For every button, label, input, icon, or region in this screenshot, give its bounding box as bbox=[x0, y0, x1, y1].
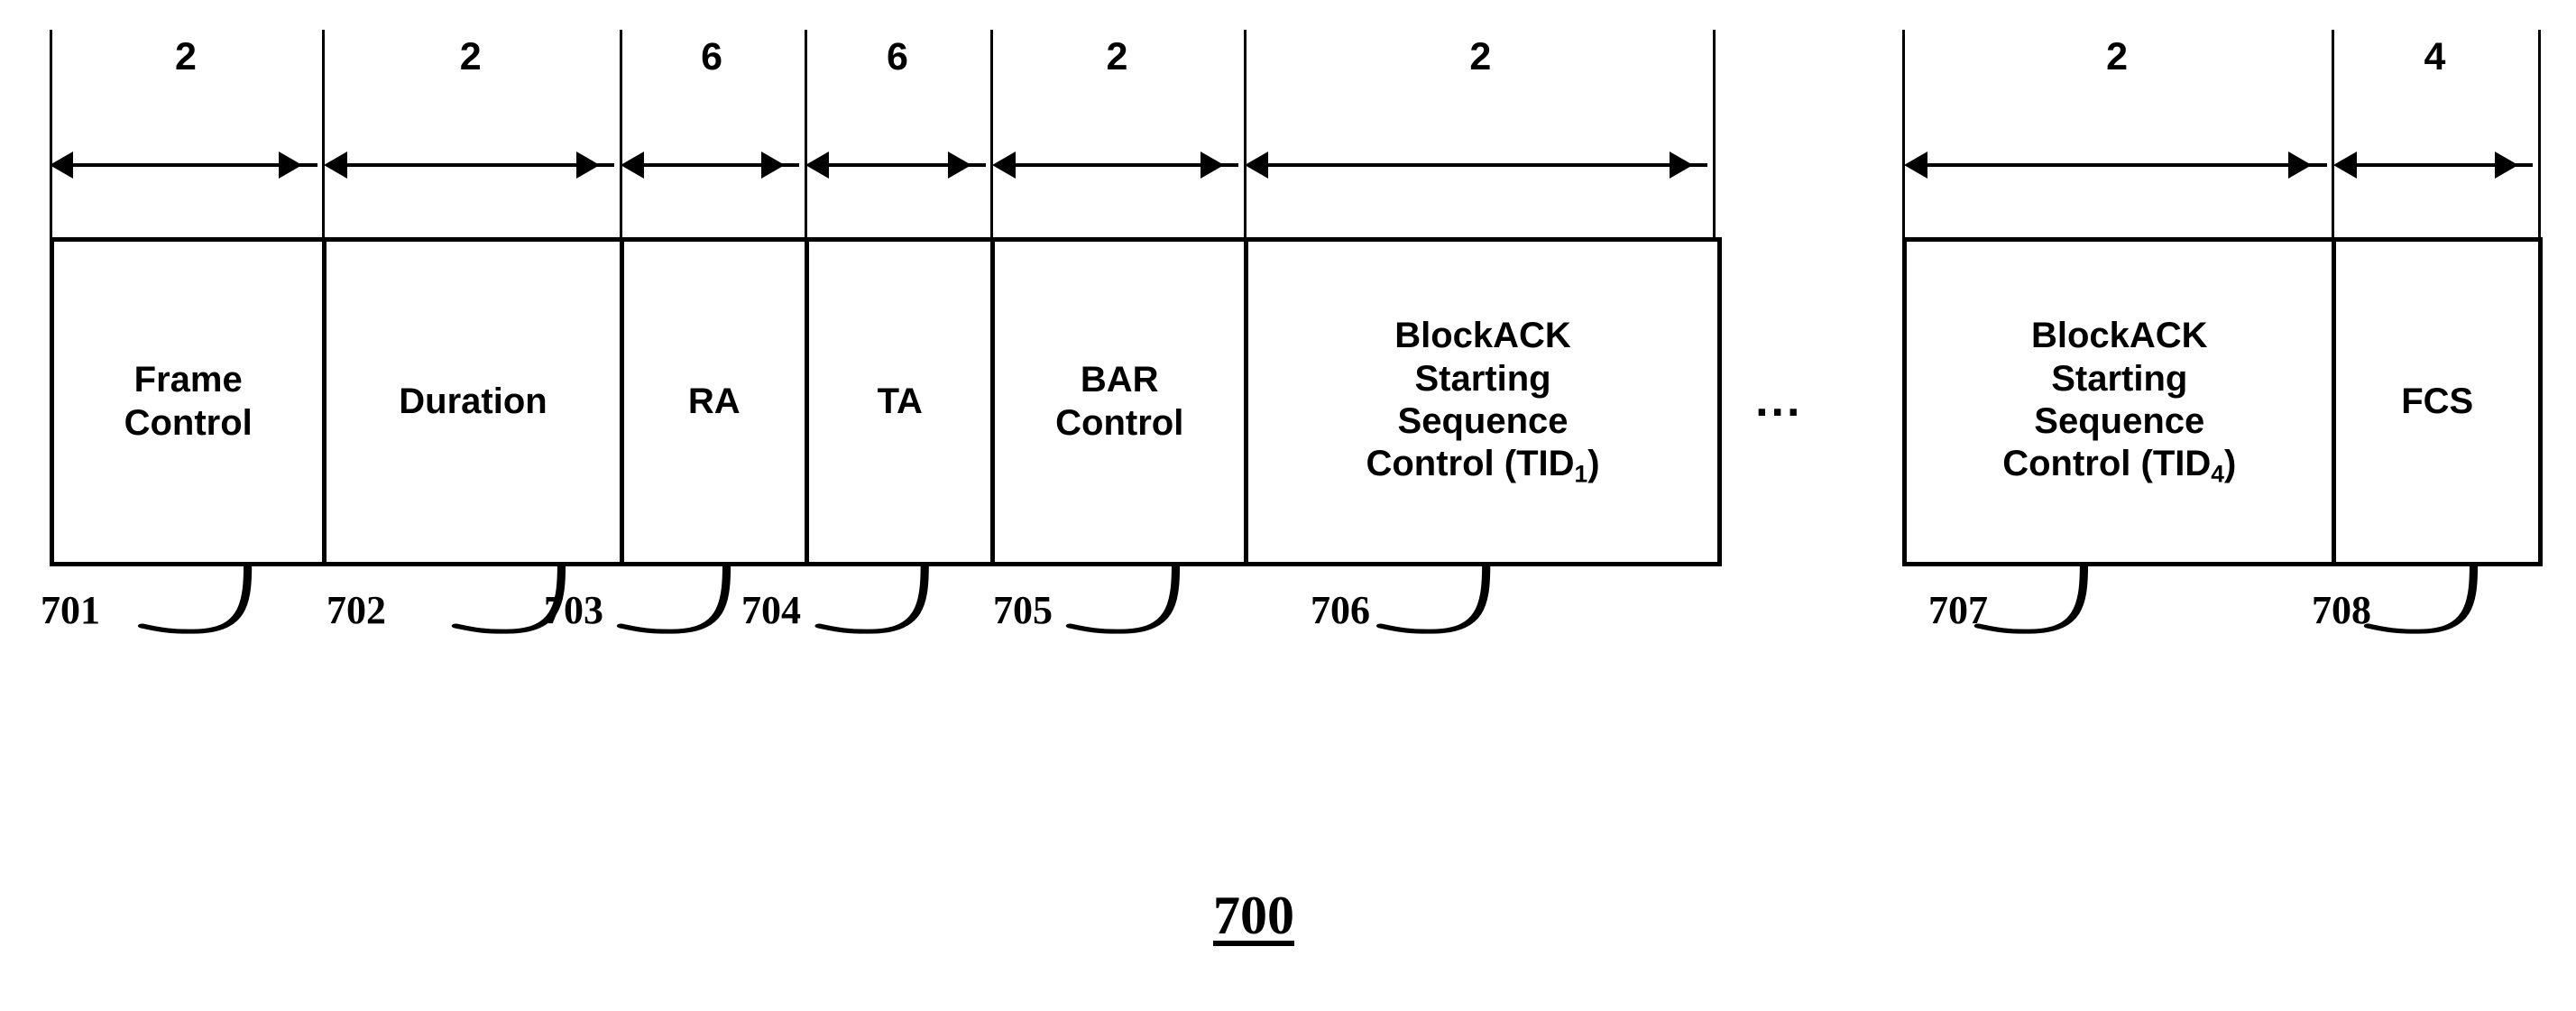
reference-numeral-705: 705 bbox=[993, 588, 1053, 632]
field-box-ta[interactable]: TA bbox=[804, 237, 996, 566]
extension-line-10 bbox=[2537, 30, 2541, 239]
reference-numeral-702: 702 bbox=[327, 588, 386, 632]
size-label-fcs: 4 bbox=[2424, 35, 2446, 78]
field-box-blockack-starting-sequence-control-tid1[interactable]: BlockACK Starting Sequence Control (TID1) bbox=[1243, 237, 1723, 566]
leader-704 bbox=[814, 564, 929, 634]
size-label-bassc-tid4: 2 bbox=[2106, 35, 2128, 78]
leader-703 bbox=[616, 564, 731, 634]
field-label-blockack-starting-sequence-control-tid1: BlockACK Starting Sequence Control (TID1) bbox=[1366, 316, 1600, 488]
field-label-bar-control: BAR Control bbox=[1055, 360, 1184, 443]
field-box-bar-control[interactable]: BAR Control bbox=[990, 237, 1249, 566]
field-box-duration[interactable]: Duration bbox=[322, 237, 625, 566]
ellipsis-continuation: ... bbox=[1755, 374, 1803, 427]
field-label-ta: TA bbox=[877, 381, 923, 421]
field-box-blockack-starting-sequence-control-tid4[interactable]: BlockACK Starting Sequence Control (TID4) bbox=[1902, 237, 2337, 566]
reference-numeral-703: 703 bbox=[544, 588, 603, 632]
reference-numeral-701: 701 bbox=[41, 588, 100, 632]
leader-701 bbox=[137, 564, 253, 634]
size-label-ra: 6 bbox=[701, 35, 722, 78]
reference-numeral-707: 707 bbox=[1928, 588, 1988, 632]
field-label-blockack-starting-sequence-control-tid4: BlockACK Starting Sequence Control (TID4) bbox=[2002, 316, 2237, 488]
figure-canvas: 2 2 6 6 2 2 2 4 Frame Control Duration R… bbox=[0, 0, 2576, 1011]
leader-707 bbox=[1973, 564, 2089, 634]
reference-numeral-706: 706 bbox=[1311, 588, 1370, 632]
size-label-bar-control: 2 bbox=[1106, 35, 1128, 78]
field-label-duration: Duration bbox=[399, 381, 547, 421]
leader-lines bbox=[137, 564, 2479, 634]
field-label-ra: RA bbox=[687, 381, 741, 421]
field-box-fcs[interactable]: FCS bbox=[2332, 237, 2544, 566]
size-label-duration: 2 bbox=[459, 35, 482, 78]
size-label-bassc-tid1: 2 bbox=[1469, 35, 1492, 78]
field-box-ra[interactable]: RA bbox=[619, 237, 810, 566]
field-label-fcs: FCS bbox=[2401, 381, 2474, 421]
field-label-frame-control: Frame Control bbox=[124, 360, 253, 443]
reference-numeral-708: 708 bbox=[2312, 588, 2371, 632]
figure-number-label: 700 bbox=[1213, 886, 1294, 945]
size-label-ta: 6 bbox=[887, 35, 908, 78]
leader-708 bbox=[2363, 564, 2479, 634]
size-label-frame-control: 2 bbox=[174, 35, 197, 78]
leader-705 bbox=[1065, 564, 1181, 634]
leader-706 bbox=[1375, 564, 1491, 634]
field-box-frame-control[interactable]: Frame Control bbox=[49, 237, 327, 566]
reference-numeral-704: 704 bbox=[741, 588, 801, 632]
